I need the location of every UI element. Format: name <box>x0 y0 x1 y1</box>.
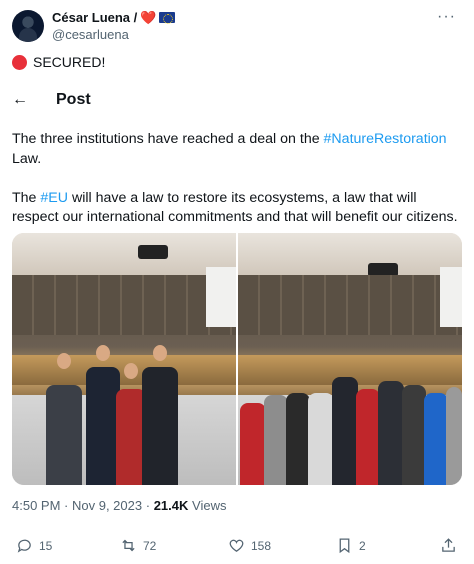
photo-person <box>402 385 426 485</box>
eu-flag-icon <box>159 12 176 24</box>
bookmark-count: 2 <box>359 538 366 553</box>
tweet-paragraph-1: The three institutions have reached a de… <box>12 130 462 169</box>
share-icon <box>442 538 455 552</box>
author-line[interactable]: César Luena / ❤️ <box>52 10 176 25</box>
photo-left[interactable] <box>12 233 236 485</box>
photo-projector <box>138 245 168 259</box>
photo-person-head <box>124 363 138 379</box>
post-title: Post <box>56 91 91 108</box>
photo-person <box>264 395 288 485</box>
photo-person <box>142 367 178 485</box>
more-options-icon[interactable]: ··· <box>437 8 456 26</box>
bookmark-icon <box>339 538 350 554</box>
photo-person-head <box>57 353 71 369</box>
secured-line: SECURED! <box>12 54 105 70</box>
hashtag-eu[interactable]: #EU <box>40 190 68 206</box>
views-label: Views <box>192 498 227 513</box>
red-circle-icon <box>12 54 27 70</box>
photo-person <box>378 381 404 485</box>
photo-person <box>86 367 120 485</box>
photo-person <box>240 403 266 485</box>
heart-icon <box>229 539 244 552</box>
photo-person <box>424 393 448 485</box>
bookmark-button[interactable]: 2 <box>336 537 366 554</box>
tweet-text-segment: The <box>12 189 41 206</box>
photo-person <box>446 387 462 485</box>
tweet-text-segment: The three institutions have reached a de… <box>12 131 324 147</box>
reply-button[interactable]: 15 <box>16 537 52 554</box>
photo-screen <box>440 267 462 327</box>
photo-screen <box>206 267 236 327</box>
photo-right[interactable] <box>238 233 462 485</box>
post-header-bar: ← Post <box>12 88 252 112</box>
secured-text: SECURED! <box>33 54 106 70</box>
meta-separator: · <box>145 498 154 513</box>
photo-ceiling <box>12 233 236 279</box>
repost-count: 72 <box>143 538 157 553</box>
repost-icon <box>122 539 135 552</box>
action-bar: 15 72 158 2 <box>16 537 460 557</box>
tweet-header: César Luena / ❤️ @cesarluena ··· <box>12 8 462 44</box>
photo-person <box>332 377 358 485</box>
photo-person <box>308 393 334 485</box>
heart-emoji: ❤️ <box>140 10 157 25</box>
avatar[interactable] <box>12 10 44 42</box>
back-arrow-icon[interactable]: ← <box>12 91 32 109</box>
tweet-meta: 4:50 PM · Nov 9, 2023 · 21.4K Views <box>12 498 226 513</box>
author-name[interactable]: César Luena / <box>52 10 137 25</box>
photo-person-head <box>96 345 110 361</box>
like-count: 158 <box>251 538 272 553</box>
photo-person-head <box>153 345 167 361</box>
views-count: 21.4K <box>153 498 189 513</box>
reply-icon <box>17 539 31 553</box>
photo-person <box>46 385 82 485</box>
photo-wall-panels <box>238 275 462 335</box>
tweet-text-segment: will have a law to restore its ecosystem… <box>12 189 458 226</box>
photo-wall-panels <box>12 275 236 335</box>
meta-separator: · <box>64 498 72 513</box>
photo-ceiling <box>238 233 462 279</box>
author-handle[interactable]: @cesarluena <box>52 27 129 42</box>
tweet-paragraph-2: The #EU will have a law to restore its e… <box>12 189 462 228</box>
tweet-time[interactable]: 4:50 PM <box>12 498 60 513</box>
share-button[interactable] <box>440 537 457 554</box>
tweet-text-segment: Law. <box>12 150 42 167</box>
reply-count: 15 <box>39 538 53 553</box>
repost-button[interactable]: 72 <box>120 537 156 554</box>
like-button[interactable]: 158 <box>228 537 271 554</box>
tweet-text: The three institutions have reached a de… <box>12 130 462 247</box>
photo-person <box>356 389 380 485</box>
tweet-date[interactable]: Nov 9, 2023 <box>72 498 142 513</box>
media-grid <box>12 233 462 485</box>
hashtag-nature-restoration[interactable]: #NatureRestoration <box>324 131 447 147</box>
photo-person <box>286 393 310 485</box>
